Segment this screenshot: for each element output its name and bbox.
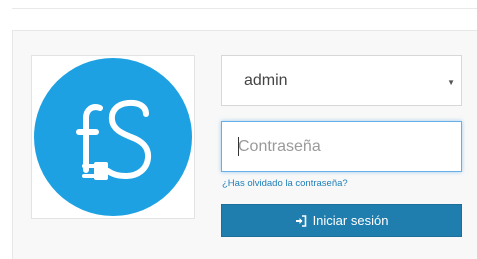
facturascripts-logo [34, 58, 192, 216]
login-button[interactable]: Iniciar sesión [221, 204, 462, 237]
user-select-value: admin [244, 71, 288, 89]
top-divider [12, 8, 477, 9]
login-button-label: Iniciar sesión [312, 213, 389, 228]
sign-in-icon [295, 214, 307, 227]
logo-frame [31, 55, 195, 219]
user-select[interactable]: admin ▼ [221, 55, 462, 106]
text-caret [238, 137, 239, 156]
password-input[interactable] [221, 121, 462, 172]
chevron-down-icon: ▼ [447, 78, 455, 87]
forgot-password-link[interactable]: ¿Has olvidado la contraseña? [222, 178, 348, 189]
